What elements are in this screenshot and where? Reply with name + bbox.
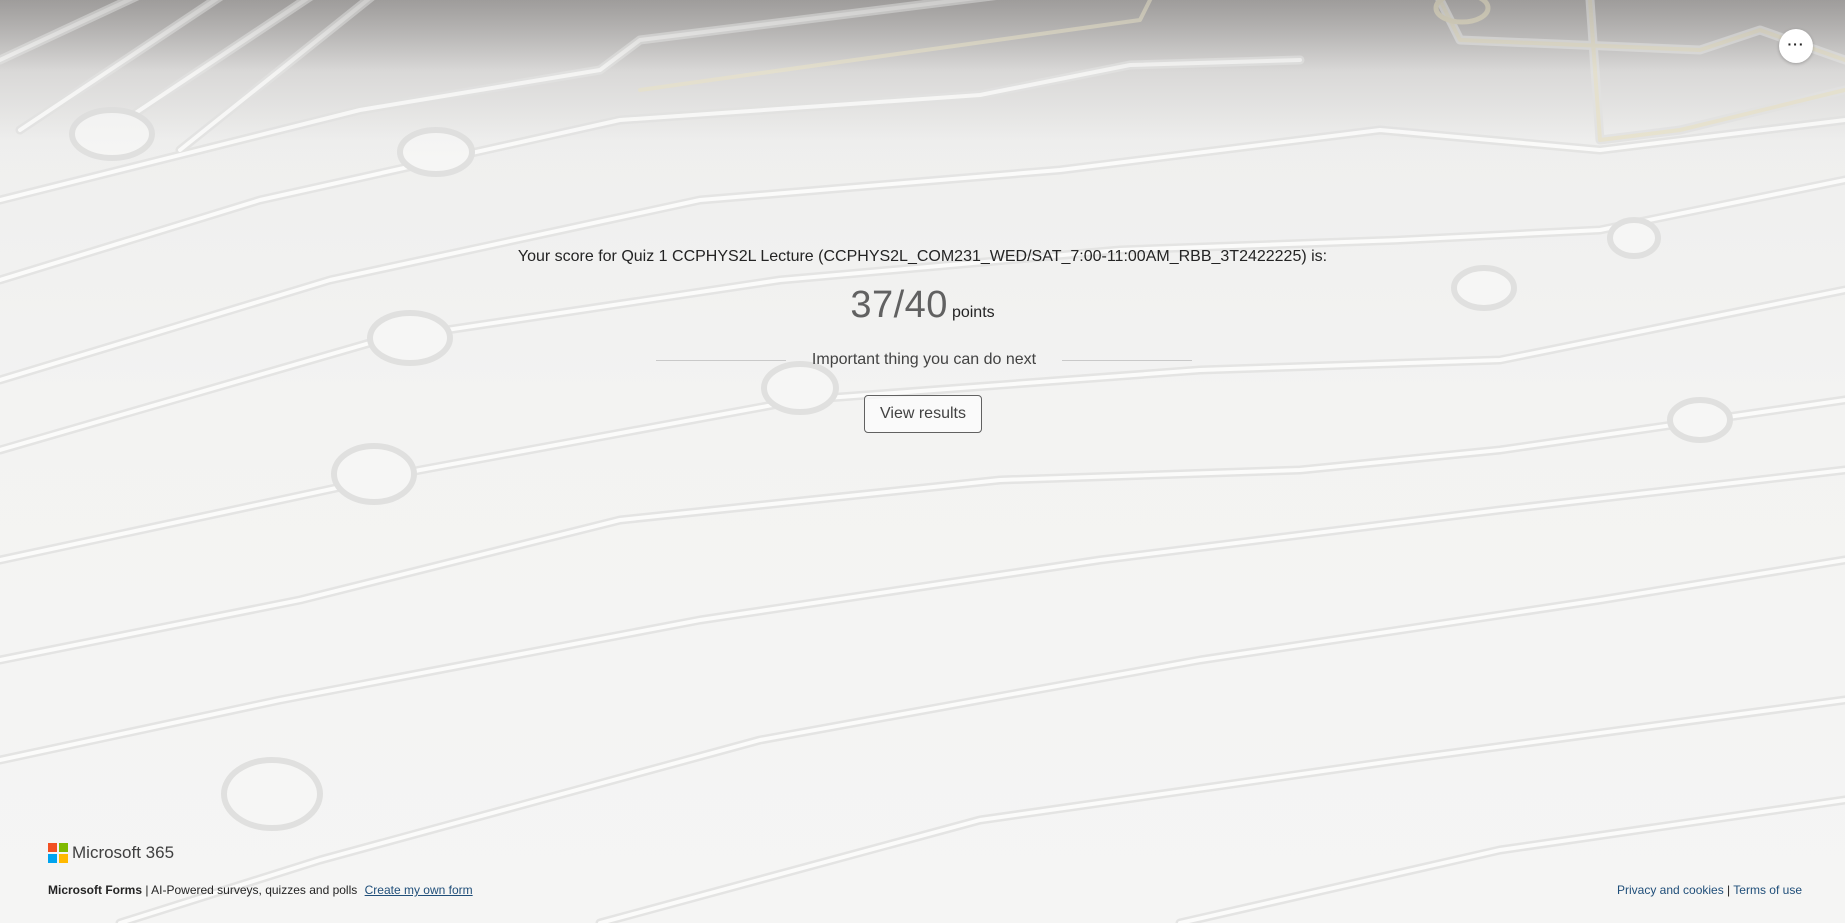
privacy-cookies-link[interactable]: Privacy and cookies [1617, 883, 1724, 897]
microsoft-logo-icon [48, 843, 68, 863]
divider-line-right [1061, 359, 1192, 361]
more-options-button[interactable]: ··· [1779, 29, 1813, 63]
score-value: 37/40 [850, 284, 948, 326]
footer-links-separator: | [1727, 883, 1731, 897]
more-horizontal-icon: ··· [1787, 35, 1805, 52]
divider-line-left [656, 359, 786, 361]
terms-of-use-link[interactable]: Terms of use [1733, 883, 1802, 897]
next-steps-label: Important thing you can do next [811, 351, 1037, 368]
header-gradient [0, 0, 1845, 160]
score-display: 37/40 points [0, 284, 1845, 327]
create-my-own-form-link[interactable]: Create my own form [365, 883, 473, 897]
footer-separator: | [145, 883, 149, 897]
footer-left: Microsoft Forms | AI-Powered surveys, qu… [48, 883, 473, 897]
microsoft-365-brand: Microsoft 365 [48, 843, 174, 863]
forms-product-name: Microsoft Forms [48, 883, 143, 897]
score-unit: points [951, 304, 995, 321]
forms-tagline: AI-Powered surveys, quizzes and polls [151, 883, 358, 897]
brand-name: Microsoft 365 [72, 843, 175, 862]
next-steps-divider: Important thing you can do next [656, 350, 1192, 370]
footer-right: Privacy and cookies | Terms of use [1617, 883, 1802, 897]
score-title: Your score for Quiz 1 CCPHYS2L Lecture (… [517, 248, 1328, 265]
view-results-button[interactable]: View results [864, 395, 982, 433]
